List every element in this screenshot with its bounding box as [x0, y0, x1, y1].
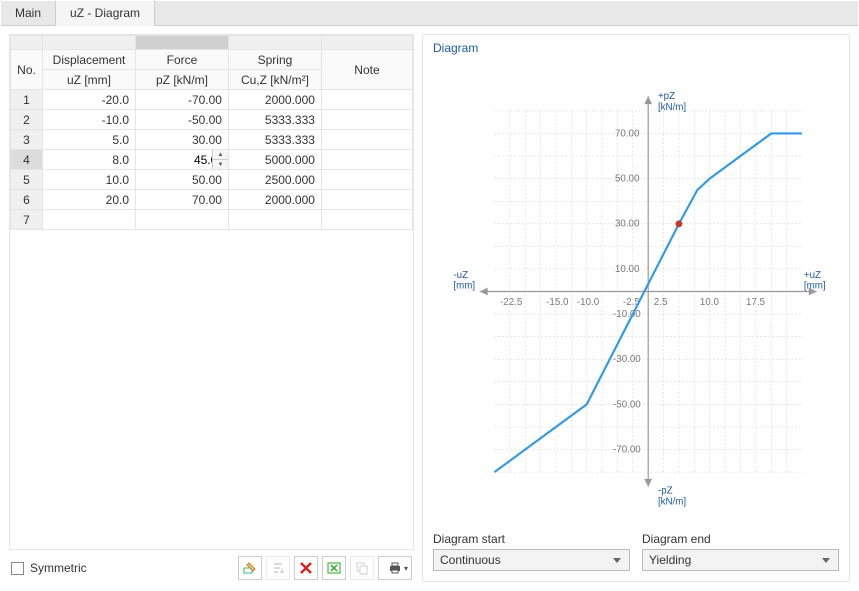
data-table[interactable]: No. Displacement Force Spring Note uZ [m… — [10, 35, 413, 230]
tab-bar: Main uZ - Diagram — [1, 1, 858, 26]
cell-spring[interactable]: 5333.333 — [228, 130, 321, 150]
svg-text:-70.00: -70.00 — [613, 444, 641, 455]
svg-text:-50.00: -50.00 — [613, 399, 641, 410]
diagram-end-select[interactable]: Yielding — [642, 549, 839, 571]
excel-button[interactable] — [322, 556, 346, 580]
diagram-title: Diagram — [423, 35, 849, 57]
col-no: No. — [11, 50, 43, 90]
svg-text:+uZ: +uZ — [804, 270, 821, 281]
cell-spring[interactable] — [228, 210, 321, 230]
symmetric-label: Symmetric — [30, 561, 87, 575]
delete-button[interactable] — [294, 556, 318, 580]
col-force-2: pZ [kN/m] — [136, 70, 229, 90]
svg-text:-30.00: -30.00 — [613, 354, 641, 365]
svg-text:70.00: 70.00 — [615, 128, 640, 139]
cell-disp[interactable]: -20.0 — [43, 90, 136, 110]
cell-disp[interactable]: 20.0 — [43, 190, 136, 210]
svg-text:17.5: 17.5 — [746, 297, 766, 308]
svg-text:50.00: 50.00 — [615, 174, 640, 185]
svg-text:[kN/m]: [kN/m] — [658, 496, 686, 507]
cell-force[interactable]: 50.00 — [136, 170, 229, 190]
cell-force[interactable]: 30.00 — [136, 130, 229, 150]
cell-disp[interactable]: -10.0 — [43, 110, 136, 130]
svg-text:[mm]: [mm] — [804, 281, 826, 292]
cell-disp[interactable]: 5.0 — [43, 130, 136, 150]
svg-text:-uZ: -uZ — [453, 270, 468, 281]
svg-text:30.00: 30.00 — [615, 219, 640, 230]
cell-force[interactable]: 70.00 — [136, 190, 229, 210]
svg-text:-22.5: -22.5 — [500, 297, 523, 308]
svg-text:2.5: 2.5 — [654, 297, 668, 308]
row-number[interactable]: 6 — [11, 190, 43, 210]
cell-note[interactable] — [321, 130, 412, 150]
svg-text:+pZ: +pZ — [658, 91, 675, 102]
row-number[interactable]: 7 — [11, 210, 43, 230]
cell-force[interactable]: -50.00 — [136, 110, 229, 130]
cell-force[interactable] — [136, 210, 229, 230]
diagram-start-label: Diagram start — [433, 532, 630, 546]
svg-text:-pZ: -pZ — [658, 486, 673, 497]
copy-button — [350, 556, 374, 580]
row-number[interactable]: 4 — [11, 150, 43, 170]
col-spring-1: Spring — [228, 50, 321, 70]
checkbox-box[interactable] — [11, 562, 24, 575]
svg-text:10.00: 10.00 — [615, 264, 640, 275]
col-disp-1: Displacement — [43, 50, 136, 70]
col-force-1: Force — [136, 50, 229, 70]
cell-disp[interactable]: 8.0 — [43, 150, 136, 170]
edit-button[interactable] — [238, 556, 262, 580]
row-number[interactable]: 1 — [11, 90, 43, 110]
svg-text:[kN/m]: [kN/m] — [658, 102, 686, 113]
svg-text:-15.0: -15.0 — [546, 297, 569, 308]
cell-spring[interactable]: 5000.000 — [228, 150, 321, 170]
cell-spring[interactable]: 2000.000 — [228, 90, 321, 110]
cell-force[interactable]: ▲▼ — [136, 150, 229, 170]
row-number[interactable]: 5 — [11, 170, 43, 190]
print-button[interactable] — [378, 556, 412, 580]
tab-main[interactable]: Main — [1, 1, 56, 25]
col-note: Note — [321, 50, 412, 90]
cell-spring[interactable]: 5333.333 — [228, 110, 321, 130]
spinner-down-icon[interactable]: ▼ — [213, 160, 228, 169]
row-number[interactable]: 2 — [11, 110, 43, 130]
row-number[interactable]: 3 — [11, 130, 43, 150]
cell-note[interactable] — [321, 150, 412, 170]
spinner-up-icon[interactable]: ▲ — [213, 150, 228, 160]
diagram-plot: +pZ[kN/m]-pZ[kN/m]+uZ[mm]-uZ[mm]-22.5-15… — [431, 59, 841, 524]
cell-disp[interactable] — [43, 210, 136, 230]
symmetric-checkbox[interactable]: Symmetric — [11, 561, 238, 575]
svg-text:-10.0: -10.0 — [577, 297, 600, 308]
cell-note[interactable] — [321, 210, 412, 230]
tab-diagram[interactable]: uZ - Diagram — [56, 1, 155, 26]
diagram-end-label: Diagram end — [642, 532, 839, 546]
cell-note[interactable] — [321, 170, 412, 190]
col-disp-2: uZ [mm] — [43, 70, 136, 90]
diagram-start-select[interactable]: Continuous — [433, 549, 630, 571]
svg-text:-10.00: -10.00 — [613, 309, 641, 320]
cell-force[interactable]: -70.00 — [136, 90, 229, 110]
cell-note[interactable] — [321, 190, 412, 210]
cell-note[interactable] — [321, 90, 412, 110]
sort-button — [266, 556, 290, 580]
svg-text:[mm]: [mm] — [453, 281, 475, 292]
cell-spring[interactable]: 2000.000 — [228, 190, 321, 210]
col-spring-2: Cu,Z [kN/m²] — [228, 70, 321, 90]
cell-disp[interactable]: 10.0 — [43, 170, 136, 190]
cell-note[interactable] — [321, 110, 412, 130]
cell-spring[interactable]: 2500.000 — [228, 170, 321, 190]
svg-text:10.0: 10.0 — [700, 297, 720, 308]
